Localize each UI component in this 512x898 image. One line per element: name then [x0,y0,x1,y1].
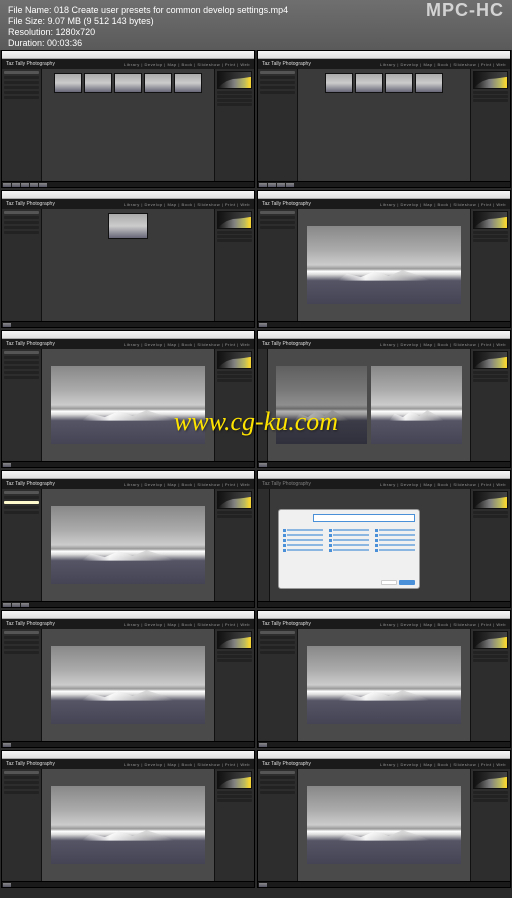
filmstrip[interactable] [2,181,254,187]
frame-7[interactable]: Taz Tally PhotographyLibrary | Develop |… [1,470,255,608]
resolution-row: Resolution: 1280x720 [8,27,504,38]
frame-grid: Taz Tally Photography Library | Develop |… [0,50,512,888]
frame-5[interactable]: Taz Tally PhotographyLibrary | Develop |… [1,330,255,468]
duration-row: Duration: 00:03:36 [8,38,504,49]
frame-3[interactable]: Taz Tally PhotographyLibrary | Develop |… [1,190,255,328]
create-button[interactable] [399,580,415,585]
frame-2[interactable]: Taz Tally PhotographyLibrary | Develop |… [257,50,511,188]
frame-12[interactable]: Taz Tally PhotographyLibrary | Develop |… [257,750,511,888]
grid-view[interactable] [42,69,214,181]
new-preset-dialog[interactable] [278,509,420,589]
right-panel [214,69,254,181]
frame-6[interactable]: Taz Tally PhotographyLibrary | Develop |… [257,330,511,468]
file-info-bar: File Name: 018 Create user presets for c… [0,0,512,50]
left-panel [2,69,42,181]
window-titlebar [2,51,254,59]
player-app-name: MPC-HC [426,5,504,16]
loupe-view [298,209,470,321]
compare-view [268,349,470,461]
frame-4[interactable]: Taz Tally PhotographyLibrary | Develop |… [257,190,511,328]
frame-8[interactable]: Taz Tally PhotographyLibrary | Develop |… [257,470,511,608]
preset-name-input[interactable] [313,514,415,522]
histogram [217,71,252,89]
frame-11[interactable]: Taz Tally PhotographyLibrary | Develop |… [1,750,255,888]
brand-label: Taz Tally Photography [6,61,55,67]
frame-10[interactable]: Taz Tally PhotographyLibrary | Develop |… [257,610,511,748]
module-picker: Library | Develop | Map | Book | Slidesh… [124,62,250,67]
frame-1[interactable]: Taz Tally Photography Library | Develop |… [1,50,255,188]
cancel-button[interactable] [381,580,397,585]
frame-9[interactable]: Taz Tally PhotographyLibrary | Develop |… [1,610,255,748]
